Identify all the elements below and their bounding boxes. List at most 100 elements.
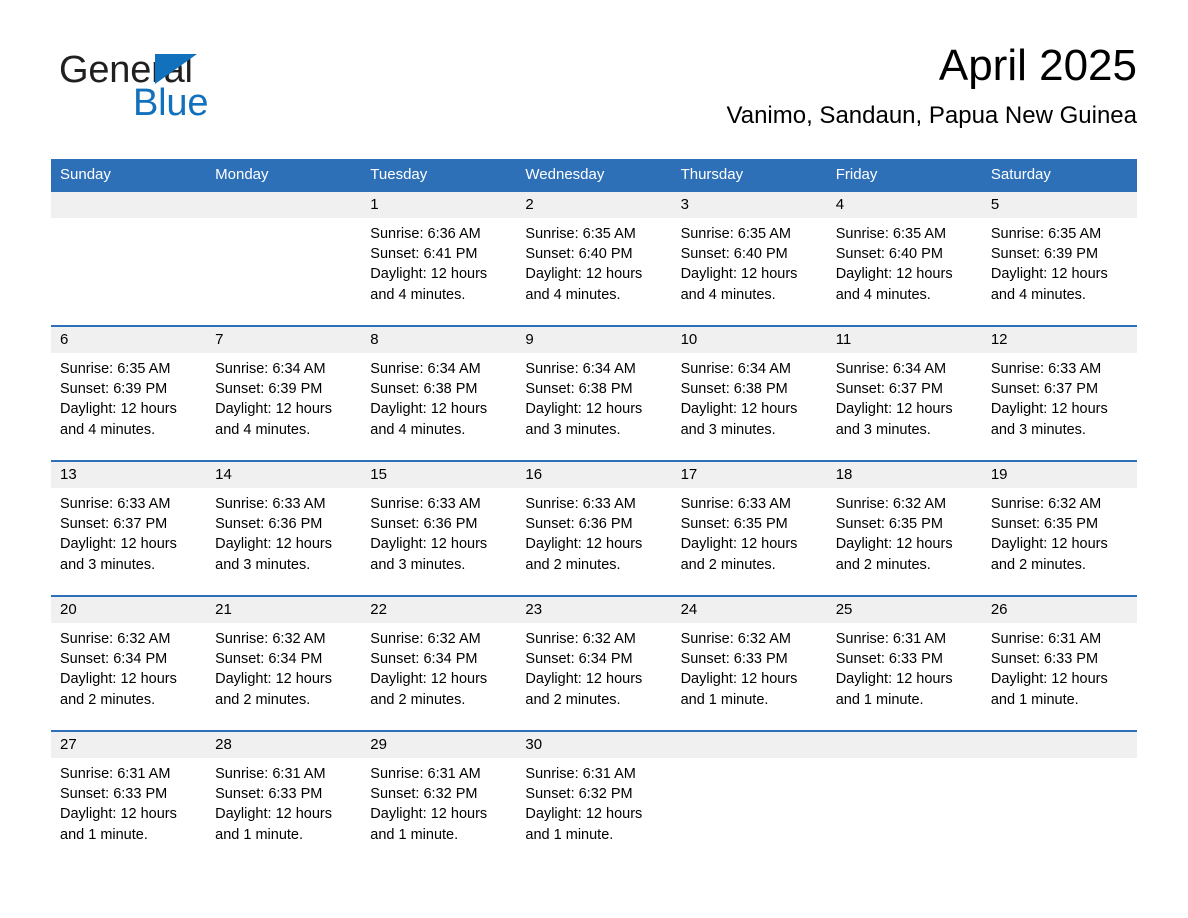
calendar-day-cell[interactable]: 4 Sunrise: 6:35 AM Sunset: 6:40 PM Daylight… xyxy=(826,190,982,326)
calendar-day-cell[interactable]: 11 Sunrise: 6:34 AM Sunset: 6:37 PM Dayligh… xyxy=(826,325,982,461)
calendar-day-cell[interactable]: 22 Sunrise: 6:32 AM Sunset: 6:34 PM Dayligh… xyxy=(361,595,517,731)
day-details: Sunrise: 6:33 AM Sunset: 6:37 PM Daylight:… xyxy=(982,353,1137,440)
daylight-text: Daylight: 12 hours and 1 minute. xyxy=(215,806,333,843)
calendar-day-cell[interactable]: 30 Sunrise: 6:31 AM Sunset: 6:32 PM Dayligh… xyxy=(516,730,672,865)
day-details: Sunrise: 6:31 AM Sunset: 6:33 PM Daylight:… xyxy=(206,758,361,845)
calendar-day-cell[interactable]: 16 Sunrise: 6:33 AM Sunset: 6:36 PM Dayligh… xyxy=(516,460,672,596)
sunset-text: Sunset: 6:39 PM xyxy=(990,246,1099,263)
calendar-day-cell[interactable]: 23 Sunrise: 6:32 AM Sunset: 6:34 PM Dayligh… xyxy=(516,595,672,731)
daylight-text: Daylight: 12 hours and 4 minutes. xyxy=(990,266,1108,303)
calendar-week-row: 13 Sunrise: 6:33 AM Sunset: 6:37 PM Dayligh… xyxy=(51,460,1137,596)
daylight-text: Daylight: 12 hours and 2 minutes. xyxy=(680,536,798,573)
calendar-day-cell[interactable]: 17 Sunrise: 6:33 AM Sunset: 6:35 PM Dayligh… xyxy=(671,460,827,596)
daylight-text: Daylight: 12 hours and 3 minutes. xyxy=(835,401,953,438)
day-cell-content: 18 Sunrise: 6:32 AM Sunset: 6:35 PM Dayligh… xyxy=(826,462,982,595)
day-details: Sunrise: 6:32 AM Sunset: 6:33 PM Daylight:… xyxy=(672,623,827,710)
day-number: 17 xyxy=(671,462,827,488)
daylight-text: Daylight: 12 hours and 4 minutes. xyxy=(680,266,798,303)
day-number: 27 xyxy=(51,732,207,758)
day-cell-content: 15 Sunrise: 6:33 AM Sunset: 6:36 PM Dayligh… xyxy=(361,462,517,595)
sunrise-text: Sunrise: 6:36 AM xyxy=(370,226,481,242)
day-number: 13 xyxy=(51,462,207,488)
calendar-day-cell[interactable]: 8 Sunrise: 6:34 AM Sunset: 6:38 PM Daylight… xyxy=(361,325,517,461)
calendar-day-cell[interactable]: 5 Sunrise: 6:35 AM Sunset: 6:39 PM Daylight… xyxy=(981,190,1137,326)
daylight-text: Daylight: 12 hours and 1 minute. xyxy=(680,671,798,708)
day-number: 18 xyxy=(826,462,982,488)
calendar-day-cell[interactable]: 2 Sunrise: 6:35 AM Sunset: 6:40 PM Daylight… xyxy=(516,190,672,326)
calendar-day-cell[interactable]: 9 Sunrise: 6:34 AM Sunset: 6:38 PM Daylight… xyxy=(516,325,672,461)
calendar-day-cell[interactable]: 29 Sunrise: 6:31 AM Sunset: 6:32 PM Dayligh… xyxy=(361,730,517,865)
day-cell-content: 19 Sunrise: 6:32 AM Sunset: 6:35 PM Dayligh… xyxy=(981,462,1137,595)
daylight-text: Daylight: 12 hours and 4 minutes. xyxy=(835,266,953,303)
calendar-day-cell[interactable]: 28 Sunrise: 6:31 AM Sunset: 6:33 PM Dayligh… xyxy=(206,730,362,865)
sunrise-text: Sunrise: 6:33 AM xyxy=(60,496,171,512)
day-details: Sunrise: 6:32 AM Sunset: 6:35 PM Daylight:… xyxy=(827,488,982,575)
calendar-day-cell[interactable]: 25 Sunrise: 6:31 AM Sunset: 6:33 PM Dayligh… xyxy=(826,595,982,731)
sunrise-text: Sunrise: 6:32 AM xyxy=(835,496,947,512)
calendar-day-cell[interactable]: 3 Sunrise: 6:35 AM Sunset: 6:40 PM Daylight… xyxy=(671,190,827,326)
daylight-text: Daylight: 12 hours and 3 minutes. xyxy=(525,401,643,438)
calendar-day-cell[interactable]: 27 Sunrise: 6:31 AM Sunset: 6:33 PM Dayligh… xyxy=(51,730,207,865)
calendar-day-cell[interactable]: 13 Sunrise: 6:33 AM Sunset: 6:37 PM Dayligh… xyxy=(51,460,207,596)
day-number: 2 xyxy=(516,192,672,218)
daylight-text: Daylight: 12 hours and 3 minutes. xyxy=(215,536,333,573)
day-number: 22 xyxy=(361,597,517,623)
calendar-day-cell[interactable]: 12 Sunrise: 6:33 AM Sunset: 6:37 PM Dayligh… xyxy=(981,325,1137,461)
sunset-text: Sunset: 6:33 PM xyxy=(215,786,323,803)
page-header: General Blue April 2025 Vanimo, Sandaun,… xyxy=(51,40,1137,150)
sunset-text: Sunset: 6:34 PM xyxy=(370,651,478,668)
day-details: Sunrise: 6:31 AM Sunset: 6:33 PM Daylight:… xyxy=(51,758,206,845)
sunset-text: Sunset: 6:36 PM xyxy=(215,516,323,533)
calendar-day-cell[interactable]: 10 Sunrise: 6:34 AM Sunset: 6:38 PM Dayligh… xyxy=(671,325,827,461)
day-cell-content: 6 Sunrise: 6:35 AM Sunset: 6:39 PM Daylight… xyxy=(51,327,207,460)
sunrise-text: Sunrise: 6:34 AM xyxy=(215,361,326,377)
day-number: 21 xyxy=(206,597,362,623)
calendar-day-cell[interactable]: 20 Sunrise: 6:32 AM Sunset: 6:34 PM Dayligh… xyxy=(51,595,207,731)
calendar-day-cell xyxy=(671,730,827,865)
day-cell-content: 11 Sunrise: 6:34 AM Sunset: 6:37 PM Dayligh… xyxy=(826,327,982,460)
daylight-text: Daylight: 12 hours and 2 minutes. xyxy=(525,536,643,573)
sunrise-text: Sunrise: 6:34 AM xyxy=(680,361,791,377)
calendar-day-cell[interactable]: 1 Sunrise: 6:36 AM Sunset: 6:41 PM Daylight… xyxy=(361,190,517,326)
sunset-text: Sunset: 6:35 PM xyxy=(680,516,788,533)
daylight-text: Daylight: 12 hours and 4 minutes. xyxy=(215,401,333,438)
sunset-text: Sunset: 6:40 PM xyxy=(835,246,943,263)
calendar-day-cell[interactable]: 7 Sunrise: 6:34 AM Sunset: 6:39 PM Daylight… xyxy=(206,325,362,461)
day-details: Sunrise: 6:32 AM Sunset: 6:34 PM Daylight:… xyxy=(361,623,516,710)
sunrise-text: Sunrise: 6:35 AM xyxy=(525,226,636,242)
sunrise-text: Sunrise: 6:32 AM xyxy=(680,631,791,647)
sunrise-text: Sunrise: 6:31 AM xyxy=(525,766,636,782)
day-details: Sunrise: 6:36 AM Sunset: 6:41 PM Daylight:… xyxy=(361,218,516,305)
day-details: Sunrise: 6:35 AM Sunset: 6:40 PM Daylight:… xyxy=(672,218,827,305)
sunset-text: Sunset: 6:33 PM xyxy=(60,786,168,803)
day-number: 24 xyxy=(671,597,827,623)
daylight-text: Daylight: 12 hours and 2 minutes. xyxy=(370,671,488,708)
day-number xyxy=(981,732,1137,758)
day-number: 11 xyxy=(826,327,982,353)
sunset-text: Sunset: 6:36 PM xyxy=(525,516,633,533)
daylight-text: Daylight: 12 hours and 1 minute. xyxy=(370,806,488,843)
location-subtitle: Vanimo, Sandaun, Papua New Guinea xyxy=(726,102,1138,129)
calendar-day-cell[interactable]: 6 Sunrise: 6:35 AM Sunset: 6:39 PM Daylight… xyxy=(51,325,207,461)
calendar-day-cell[interactable]: 26 Sunrise: 6:31 AM Sunset: 6:33 PM Dayligh… xyxy=(981,595,1137,731)
generalblue-logo[interactable]: General Blue xyxy=(59,50,319,130)
day-number: 6 xyxy=(51,327,207,353)
calendar-day-cell[interactable]: 19 Sunrise: 6:32 AM Sunset: 6:35 PM Dayligh… xyxy=(981,460,1137,596)
day-cell-content: 27 Sunrise: 6:31 AM Sunset: 6:33 PM Dayligh… xyxy=(51,732,207,865)
calendar-day-cell xyxy=(51,190,207,326)
sunrise-text: Sunrise: 6:34 AM xyxy=(370,361,481,377)
sunset-text: Sunset: 6:34 PM xyxy=(525,651,633,668)
calendar-day-cell[interactable]: 21 Sunrise: 6:32 AM Sunset: 6:34 PM Dayligh… xyxy=(206,595,362,731)
calendar-day-cell[interactable]: 24 Sunrise: 6:32 AM Sunset: 6:33 PM Dayligh… xyxy=(671,595,827,731)
calendar-week-row: 27 Sunrise: 6:31 AM Sunset: 6:33 PM Dayligh… xyxy=(51,730,1137,865)
daylight-text: Daylight: 12 hours and 3 minutes. xyxy=(60,536,177,573)
calendar-day-cell[interactable]: 18 Sunrise: 6:32 AM Sunset: 6:35 PM Dayligh… xyxy=(826,460,982,596)
title-block: April 2025 Vanimo, Sandaun, Papua New Gu… xyxy=(727,40,1138,132)
day-number xyxy=(206,192,362,218)
day-details: Sunrise: 6:31 AM Sunset: 6:33 PM Daylight:… xyxy=(982,623,1137,710)
day-cell-content: 9 Sunrise: 6:34 AM Sunset: 6:38 PM Daylight… xyxy=(516,327,672,460)
sunrise-text: Sunrise: 6:34 AM xyxy=(835,361,947,377)
day-cell-content: 28 Sunrise: 6:31 AM Sunset: 6:33 PM Dayligh… xyxy=(206,732,362,865)
calendar-day-cell[interactable]: 15 Sunrise: 6:33 AM Sunset: 6:36 PM Dayligh… xyxy=(361,460,517,596)
calendar-day-cell[interactable]: 14 Sunrise: 6:33 AM Sunset: 6:36 PM Dayligh… xyxy=(206,460,362,596)
